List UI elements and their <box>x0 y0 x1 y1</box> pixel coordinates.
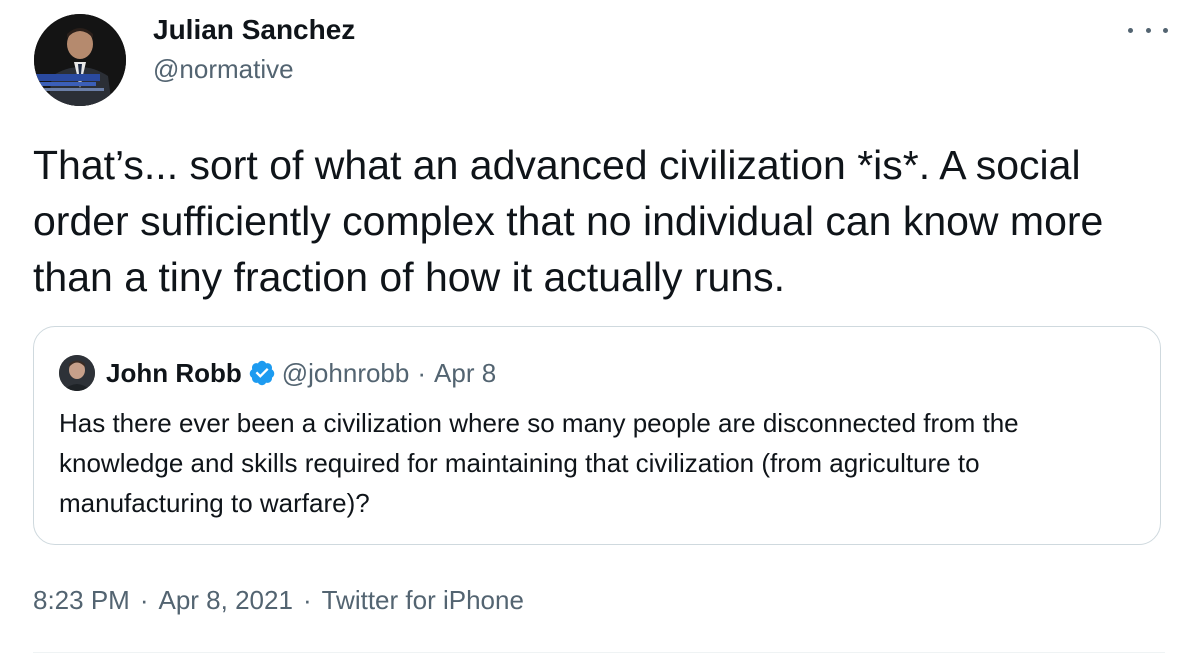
separator-dot: · <box>139 584 149 615</box>
tweet: Julian Sanchez @normative That’s... sort… <box>0 0 1202 658</box>
divider <box>33 652 1165 653</box>
author-name[interactable]: Julian Sanchez <box>153 12 355 48</box>
more-dot <box>1128 27 1133 33</box>
tweet-metadata: 8:23 PM · Apr 8, 2021 · Twitter for iPho… <box>33 582 524 618</box>
author-handle[interactable]: @normative <box>153 52 294 86</box>
more-dot <box>1145 27 1151 33</box>
tweet-time[interactable]: 8:23 PM <box>33 585 130 616</box>
separator-dot: · <box>417 357 427 388</box>
tweet-date[interactable]: Apr 8, 2021 <box>159 585 293 616</box>
quoted-avatar-image <box>59 355 95 391</box>
more-options-icon[interactable] <box>1128 18 1168 42</box>
verified-badge-icon <box>248 359 276 387</box>
tweet-source-link[interactable]: Twitter for iPhone <box>322 585 524 616</box>
quoted-author-name: John Robb <box>106 357 242 388</box>
more-dot <box>1163 27 1168 33</box>
tweet-text: That’s... sort of what an advanced civil… <box>33 142 1104 300</box>
quoted-tweet-text: Has there ever been a civilization where… <box>59 408 1019 518</box>
quoted-tweet-date: Apr 8 <box>434 357 497 388</box>
quoted-tweet-header: John Robb @johnrobb · Apr 8 <box>106 355 496 391</box>
separator-dot: · <box>302 584 312 615</box>
quoted-author-avatar <box>59 355 95 391</box>
author-avatar-image <box>34 14 126 106</box>
quoted-author-handle: @johnrobb <box>281 357 410 388</box>
author-avatar[interactable] <box>34 14 126 106</box>
quoted-tweet[interactable]: John Robb @johnrobb · Apr 8 Has there ev… <box>33 326 1161 545</box>
